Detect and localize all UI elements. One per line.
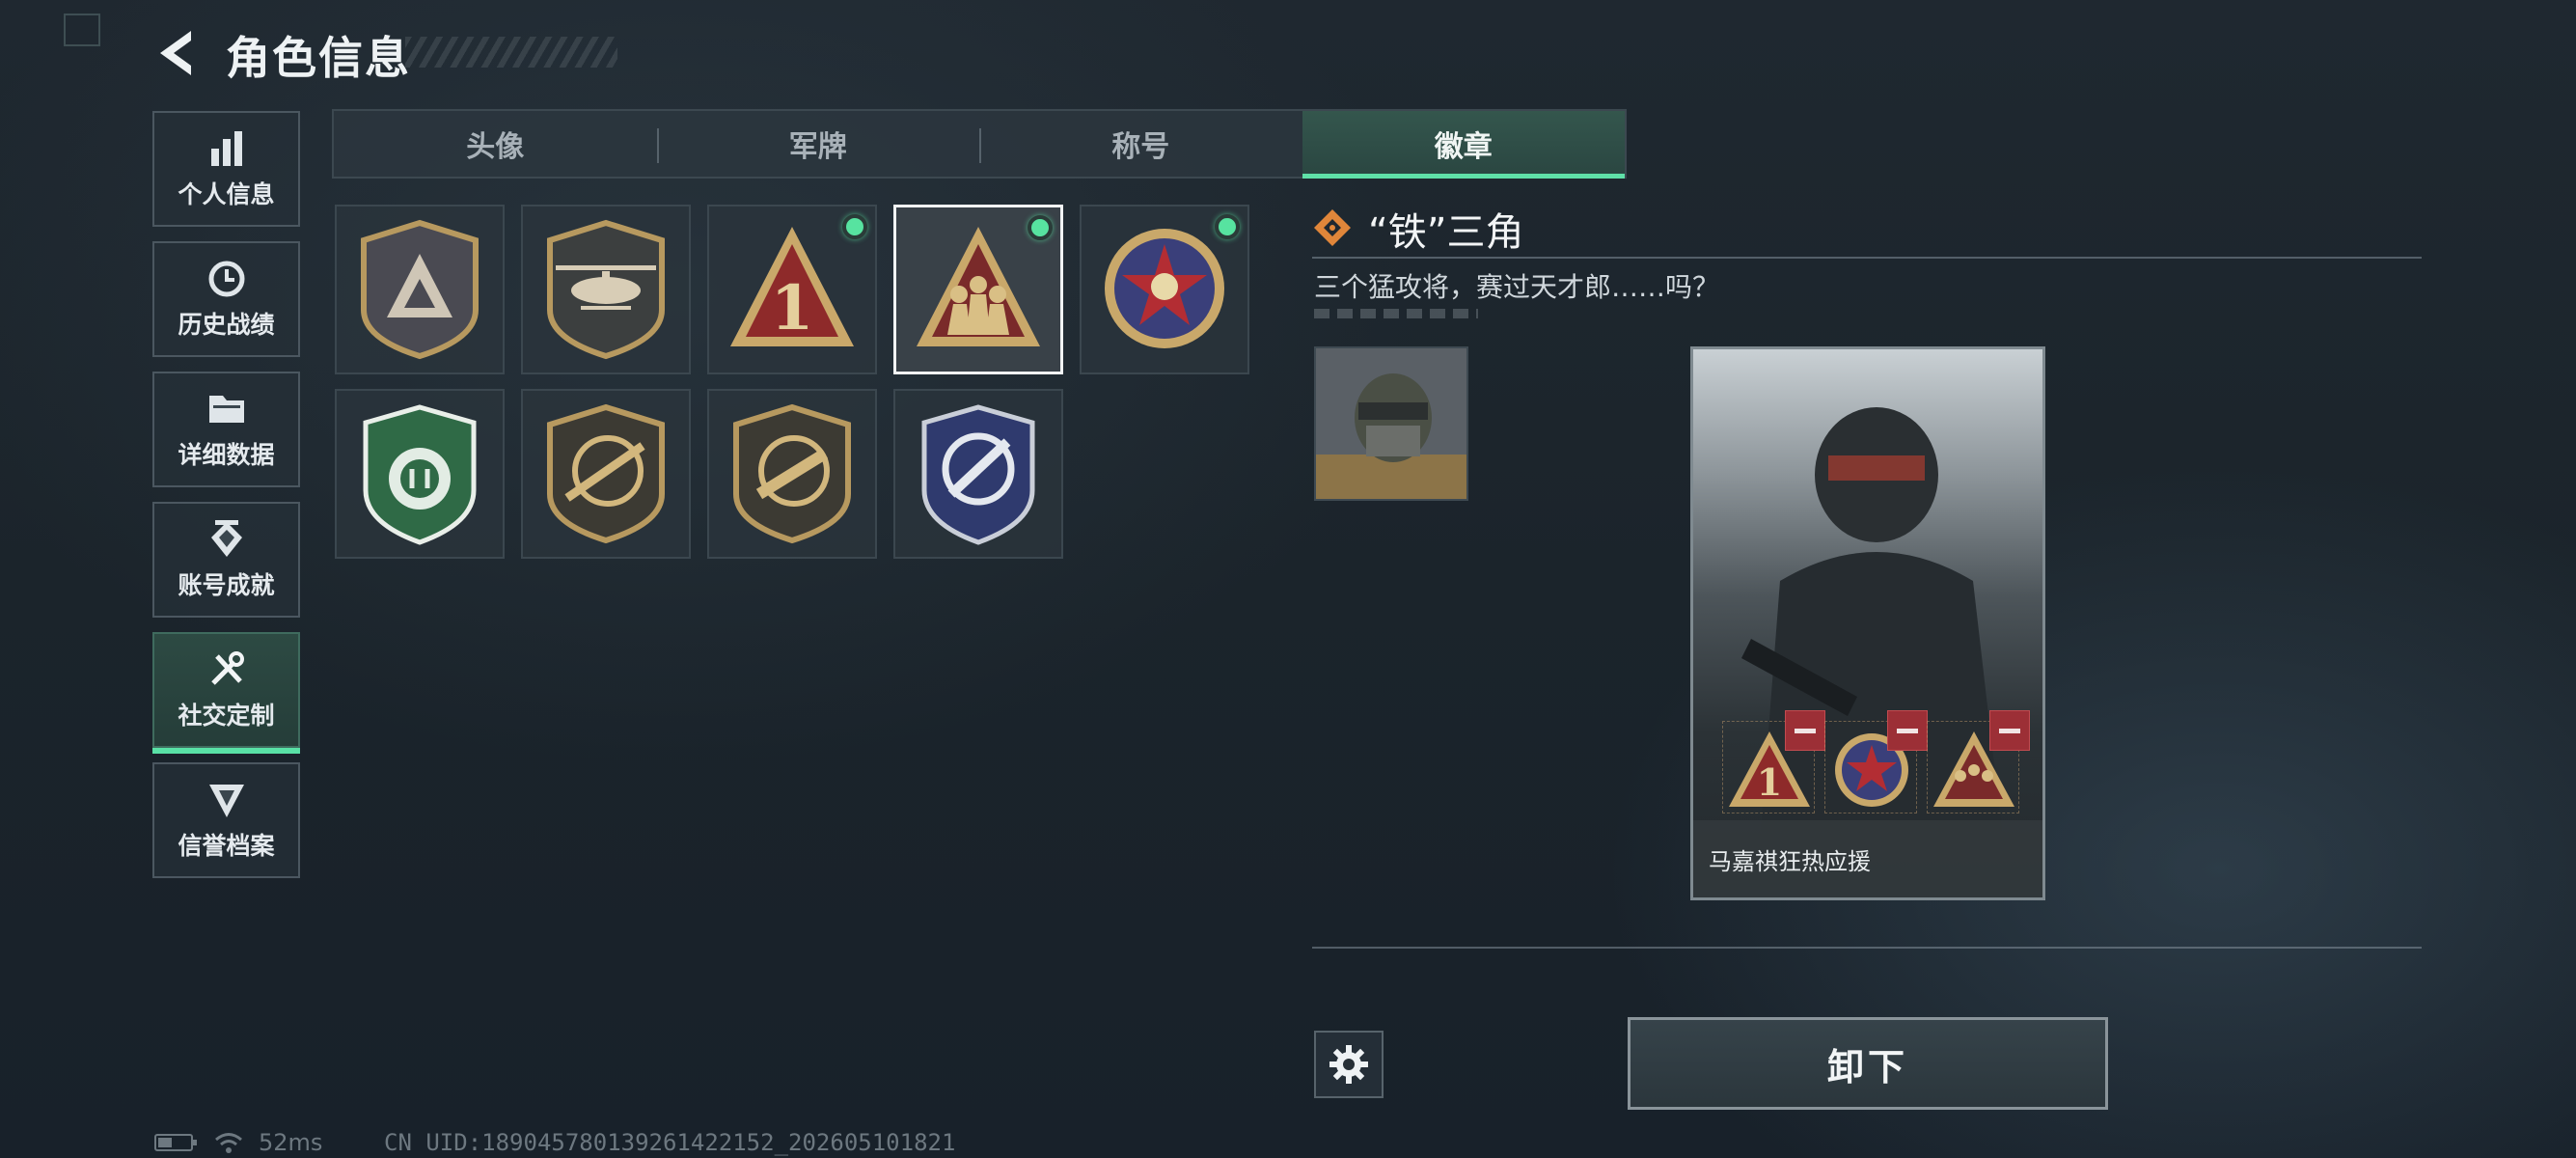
remove-badge-button[interactable] (1989, 710, 2030, 751)
equipped-indicator (1028, 215, 1053, 240)
back-arrow-icon[interactable] (152, 27, 201, 79)
tools-icon (210, 651, 244, 685)
operator-skin-name: 马嘉祺狂热应援 (1709, 847, 1871, 875)
badge-slot-green-shield[interactable] (335, 389, 505, 559)
badge-slot-iron-triangle[interactable] (893, 205, 1063, 374)
iron-triangle-squad-badge-icon (917, 227, 1040, 346)
svg-text:1: 1 (771, 272, 814, 345)
equipped-slot-3[interactable] (1927, 710, 2030, 813)
nav-achievements[interactable]: 账号成就 (152, 502, 300, 618)
status-bar: 52ms (154, 1129, 322, 1156)
knife-crosshair-badge-icon (921, 404, 1035, 545)
remove-badge-button[interactable] (1785, 710, 1825, 751)
badge-slot-helicopter[interactable] (521, 205, 691, 374)
badge-slot-knife[interactable] (893, 389, 1063, 559)
wifi-icon (215, 1133, 242, 1153)
unequip-label: 卸下 (1826, 1045, 1908, 1089)
card-footer: 马嘉祺狂热应援 (1693, 820, 2042, 897)
history-clock-icon (208, 261, 244, 297)
unequip-button[interactable]: 卸下 (1628, 1017, 2108, 1110)
equipped-slot-2[interactable] (1824, 710, 1928, 813)
nav-label: 个人信息 (178, 180, 275, 208)
operator-preview-card: 1 马嘉祺狂热应援 (1690, 346, 2045, 900)
ping-value: 52ms (259, 1129, 323, 1156)
nav-social-custom[interactable]: 社交定制 (152, 632, 300, 754)
badge-description: 三个猛攻将，赛过天才郎……吗？ (1314, 271, 1720, 303)
smg-crosshair-badge-icon (733, 403, 851, 544)
title-decoration (405, 37, 617, 68)
equipped-indicator (1215, 214, 1240, 239)
rifle-crosshair-badge-icon (547, 403, 665, 544)
nav-personal-info[interactable]: 个人信息 (152, 111, 300, 227)
nav-label: 详细数据 (178, 441, 275, 469)
corner-decoration (64, 14, 100, 46)
nav-label: 历史战绩 (178, 311, 275, 339)
achievement-badge-icon (210, 520, 242, 557)
nav-detail-data[interactable]: 详细数据 (152, 372, 300, 487)
settings-button[interactable] (1314, 1031, 1384, 1098)
badge-slot-star-medal[interactable] (1080, 205, 1249, 374)
equipped-slot-1[interactable]: 1 (1722, 710, 1825, 813)
gear-icon (1329, 1045, 1368, 1084)
number-one-triangle-badge-icon: 1 (730, 227, 854, 346)
equipped-indicator (842, 214, 867, 239)
reputation-chevron-icon (208, 785, 244, 817)
badge-slot-smg[interactable] (707, 389, 877, 559)
green-shield-badge-icon (363, 404, 477, 545)
triangle-emblem-badge-icon (361, 219, 479, 360)
user-id: CN UID:18904578013926142215​2_2026051018… (384, 1129, 956, 1156)
helicopter-badge-icon (547, 219, 665, 360)
operator-avatar[interactable] (1314, 346, 1468, 501)
nav-history[interactable]: 历史战绩 (152, 241, 300, 357)
remove-badge-button[interactable] (1887, 710, 1928, 751)
battery-icon (154, 1134, 197, 1151)
nav-label: 账号成就 (178, 571, 275, 599)
svg-text:1: 1 (1757, 760, 1782, 804)
bar-chart-icon (210, 131, 242, 166)
nav-label: 信誉档案 (178, 832, 275, 860)
badge-slot-triangle-emblem[interactable] (335, 205, 505, 374)
tab-avatar[interactable]: 头像 (334, 111, 657, 177)
badge-name: “铁”三角 (1368, 210, 1524, 255)
star-medal-badge-icon (1105, 229, 1224, 348)
divider (1312, 257, 2422, 259)
nav-reputation[interactable]: 信誉档案 (152, 762, 300, 878)
divider (1312, 947, 2422, 949)
page-title: 角色信息 (226, 32, 411, 84)
tab-badge[interactable]: 徽章 (1302, 111, 1625, 179)
tab-title[interactable]: 称号 (979, 111, 1302, 177)
description-decoration (1314, 309, 1478, 318)
badge-slot-number-one[interactable]: 1 (707, 205, 877, 374)
nav-label: 社交定制 (178, 702, 275, 730)
tab-bar: 头像 军牌 称号 徽章 (332, 109, 1627, 179)
badge-slot-rifle[interactable] (521, 389, 691, 559)
folder-icon (208, 396, 244, 423)
tab-dogtag[interactable]: 军牌 (656, 111, 980, 177)
badge-category-icon (1314, 209, 1351, 246)
operator-avatar-image (1316, 348, 1466, 499)
